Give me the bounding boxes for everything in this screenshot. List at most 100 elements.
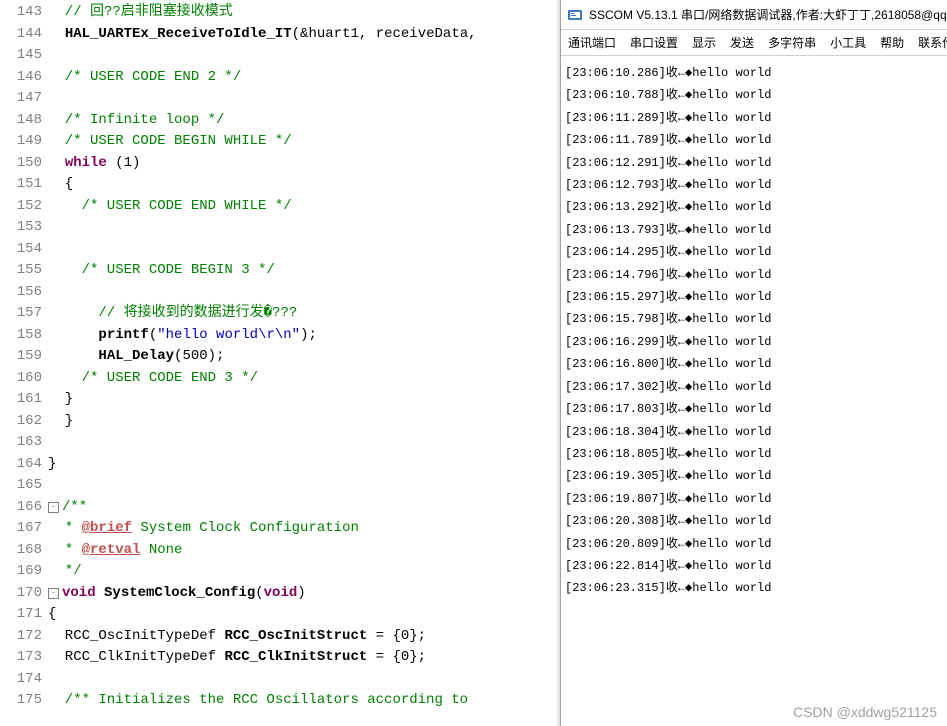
code-token: // 将接收到的数据进行发�??? <box>48 305 297 321</box>
code-line[interactable]: RCC_ClkInitTypeDef RCC_ClkInitStruct = {… <box>48 647 560 669</box>
code-line[interactable]: /* USER CODE BEGIN 3 */ <box>48 260 560 282</box>
code-token <box>48 348 98 364</box>
code-line[interactable] <box>48 282 560 304</box>
code-token: ); <box>300 327 317 343</box>
line-number: 163 <box>0 432 42 454</box>
menu-item[interactable]: 发送 <box>727 32 757 53</box>
code-token: } <box>48 413 73 429</box>
menu-item[interactable]: 联系作 <box>915 32 947 53</box>
code-editor-pane: 1431441451461471481491501511521531541551… <box>0 0 560 726</box>
code-token: @brief <box>82 520 132 536</box>
code-line[interactable]: */ <box>48 561 560 583</box>
code-token: 1 <box>124 155 132 171</box>
code-line[interactable]: { <box>48 604 560 626</box>
line-number: 171 <box>0 604 42 626</box>
line-number: 161 <box>0 389 42 411</box>
serial-log-line: [23:06:11.289]收←◆hello world <box>565 107 943 129</box>
menu-item[interactable]: 串口设置 <box>627 32 681 53</box>
line-number: 167 <box>0 518 42 540</box>
line-number: 159 <box>0 346 42 368</box>
code-line[interactable]: } <box>48 389 560 411</box>
code-line[interactable] <box>48 45 560 67</box>
serial-titlebar[interactable]: SSCOM V5.13.1 串口/网络数据调试器,作者:大虾丁丁,2618058… <box>561 0 947 30</box>
code-line[interactable]: /* Infinite loop */ <box>48 110 560 132</box>
line-number: 156 <box>0 282 42 304</box>
line-number: 169 <box>0 561 42 583</box>
code-line[interactable]: } <box>48 411 560 433</box>
serial-log-line: [23:06:14.295]收←◆hello world <box>565 241 943 263</box>
code-line[interactable]: HAL_UARTEx_ReceiveToIdle_IT(&huart1, rec… <box>48 24 560 46</box>
menu-item[interactable]: 显示 <box>689 32 719 53</box>
code-line[interactable]: // 将接收到的数据进行发�??? <box>48 303 560 325</box>
code-line[interactable]: /* USER CODE BEGIN WHILE */ <box>48 131 560 153</box>
code-token: RCC_ClkInitTypeDef <box>48 649 224 665</box>
line-number: 146 <box>0 67 42 89</box>
code-line[interactable]: * @brief System Clock Configuration <box>48 518 560 540</box>
serial-log-line: [23:06:14.796]收←◆hello world <box>565 264 943 286</box>
code-token: /* USER CODE BEGIN WHILE */ <box>48 133 292 149</box>
line-number: 157 <box>0 303 42 325</box>
code-line[interactable] <box>48 432 560 454</box>
code-token: while <box>65 155 107 171</box>
code-token: * <box>48 520 82 536</box>
code-token: "hello world\r\n" <box>157 327 300 343</box>
code-line[interactable]: } <box>48 454 560 476</box>
line-number: 145 <box>0 45 42 67</box>
menu-item[interactable]: 帮助 <box>877 32 907 53</box>
code-token: @retval <box>82 542 141 558</box>
line-number: 173 <box>0 647 42 669</box>
code-token: { <box>48 176 73 192</box>
line-number: 147 <box>0 88 42 110</box>
code-token <box>96 585 104 601</box>
code-line[interactable]: RCC_OscInitTypeDef RCC_OscInitStruct = {… <box>48 626 560 648</box>
code-token: void <box>264 585 298 601</box>
code-token: HAL_UARTEx_ReceiveToIdle_IT <box>65 26 292 42</box>
code-token: RCC_ClkInitStruct <box>224 649 367 665</box>
serial-log-line: [23:06:16.800]收←◆hello world <box>565 353 943 375</box>
code-line[interactable]: /* USER CODE END 3 */ <box>48 368 560 390</box>
code-token: /* Infinite loop */ <box>48 112 224 128</box>
code-token: /* USER CODE BEGIN 3 */ <box>48 262 275 278</box>
serial-log-line: [23:06:12.793]收←◆hello world <box>565 174 943 196</box>
code-token: None <box>140 542 182 558</box>
code-line[interactable]: while (1) <box>48 153 560 175</box>
line-number: 164 <box>0 454 42 476</box>
serial-menubar: 通讯端口串口设置显示发送多字符串小工具帮助联系作 <box>561 30 947 56</box>
code-token: = { <box>367 628 401 644</box>
line-number: 155 <box>0 260 42 282</box>
code-line[interactable]: // 回??启非阻塞接收模式 <box>48 2 560 24</box>
code-line[interactable] <box>48 239 560 261</box>
menu-item[interactable]: 多字符串 <box>765 32 819 53</box>
code-line[interactable]: /** Initializes the RCC Oscillators acco… <box>48 690 560 712</box>
code-line[interactable]: * @retval None <box>48 540 560 562</box>
code-line[interactable]: -void SystemClock_Config(void) <box>48 583 560 605</box>
fold-toggle-icon[interactable]: - <box>48 502 59 513</box>
code-line[interactable] <box>48 475 560 497</box>
code-token: ); <box>208 348 225 364</box>
line-number: 172 <box>0 626 42 648</box>
code-token: RCC_OscInitTypeDef <box>48 628 224 644</box>
code-token: SystemClock_Config <box>104 585 255 601</box>
serial-output-area[interactable]: [23:06:10.286]收←◆hello world[23:06:10.78… <box>561 56 947 606</box>
code-line[interactable]: /* USER CODE END WHILE */ <box>48 196 560 218</box>
code-line[interactable] <box>48 217 560 239</box>
code-area[interactable]: // 回??启非阻塞接收模式 HAL_UARTEx_ReceiveToIdle_… <box>48 0 560 726</box>
code-line[interactable]: HAL_Delay(500); <box>48 346 560 368</box>
code-line[interactable]: printf("hello world\r\n"); <box>48 325 560 347</box>
code-line[interactable] <box>48 669 560 691</box>
serial-log-line: [23:06:18.805]收←◆hello world <box>565 443 943 465</box>
menu-item[interactable]: 通讯端口 <box>565 32 619 53</box>
serial-log-line: [23:06:15.297]收←◆hello world <box>565 286 943 308</box>
code-token <box>107 155 115 171</box>
code-line[interactable]: -/** <box>48 497 560 519</box>
code-line[interactable]: /* USER CODE END 2 */ <box>48 67 560 89</box>
code-line[interactable]: { <box>48 174 560 196</box>
fold-toggle-icon[interactable]: - <box>48 588 59 599</box>
line-number: 144 <box>0 24 42 46</box>
menu-item[interactable]: 小工具 <box>827 32 869 53</box>
code-token: // 回??启非阻塞接收模式 <box>48 4 233 20</box>
code-token: /* USER CODE END WHILE */ <box>48 198 292 214</box>
code-line[interactable] <box>48 88 560 110</box>
code-token: receiveData <box>376 26 468 42</box>
line-number: 150 <box>0 153 42 175</box>
